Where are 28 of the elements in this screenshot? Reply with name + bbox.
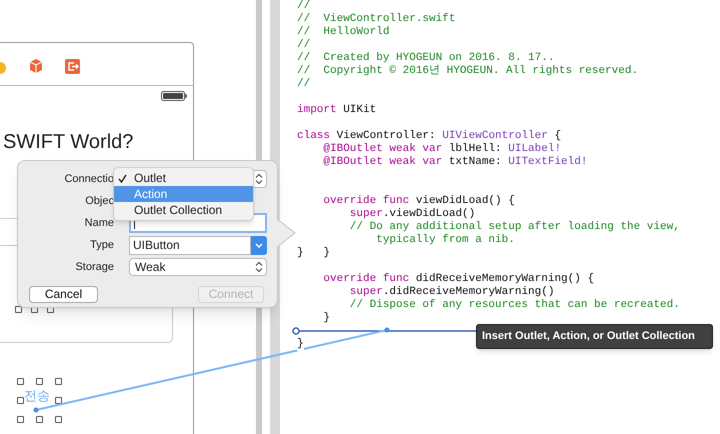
resize-handle[interactable] xyxy=(55,378,62,385)
resize-handle[interactable] xyxy=(55,397,62,404)
type-combo-field[interactable]: UIButton xyxy=(129,236,251,254)
menu-item[interactable]: Outlet xyxy=(114,170,253,186)
tooltip: Insert Outlet, Action, or Outlet Collection xyxy=(476,324,713,349)
dropdown-button[interactable] xyxy=(251,236,267,254)
exit-icon[interactable] xyxy=(65,59,80,74)
resize-handle[interactable] xyxy=(17,378,24,385)
stepper-icon xyxy=(255,173,263,185)
battery-icon xyxy=(161,91,188,101)
scene-label: SWIFT World? xyxy=(3,130,134,154)
cube-icon[interactable] xyxy=(29,58,43,74)
field-label: Storage xyxy=(75,260,114,275)
resize-handle[interactable] xyxy=(17,397,24,404)
resize-handle[interactable] xyxy=(36,416,43,423)
field-label: Objec xyxy=(85,194,114,209)
field-label: Type xyxy=(90,238,114,253)
field-label: Name xyxy=(84,216,114,231)
resize-handle[interactable] xyxy=(15,306,22,313)
field-label: Connectio xyxy=(64,172,114,187)
cancel-button[interactable]: Cancel xyxy=(29,286,98,303)
resize-handle[interactable] xyxy=(55,416,62,423)
menu-item[interactable]: Outlet Collection xyxy=(114,202,253,218)
popup-field[interactable]: Weak xyxy=(129,258,267,276)
stepper-icon xyxy=(255,261,263,273)
chevron-down-icon xyxy=(255,242,263,248)
resize-handle[interactable] xyxy=(17,416,24,423)
resize-handle[interactable] xyxy=(36,378,43,385)
